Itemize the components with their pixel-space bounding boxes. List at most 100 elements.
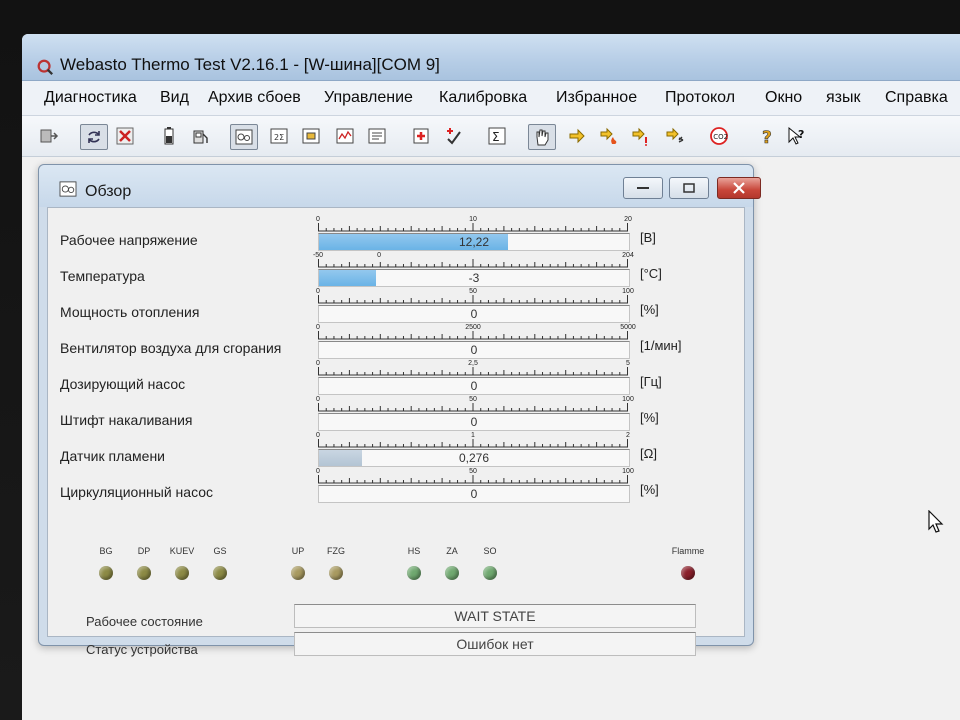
arrow-right-icon[interactable] (564, 124, 590, 148)
stop-icon[interactable] (112, 124, 138, 148)
led-label-dp: DP (137, 546, 151, 556)
close-button[interactable] (717, 177, 761, 199)
menu-calibration[interactable]: Калибровка (439, 89, 527, 107)
menu-fault-archive[interactable]: Архив сбоев (208, 89, 301, 107)
exit-icon[interactable] (36, 124, 62, 148)
menu-language[interactable]: язык (826, 89, 861, 107)
list-icon[interactable] (364, 124, 390, 148)
led-label-bg: BG (99, 546, 113, 556)
led-indicator-kuev (175, 566, 189, 580)
refresh-icon[interactable] (80, 124, 108, 150)
led-label-za: ZA (446, 546, 458, 556)
context-help-icon[interactable]: ? (784, 124, 810, 148)
mouse-cursor-icon (928, 510, 944, 533)
app-logo-icon (37, 59, 53, 75)
gauge-value: 0,276 (458, 451, 490, 465)
hand-icon[interactable] (528, 124, 556, 150)
overview-window-title: Обзор (85, 183, 132, 200)
gauge-tick-label: 0 (316, 468, 320, 475)
minimize-button[interactable] (623, 177, 663, 199)
gauge-row-heating-power: Мощность отопления 0 50 100 0 [%] (48, 288, 744, 324)
gauge-tick-label: 2 (626, 432, 630, 439)
menu-control[interactable]: Управление (324, 89, 413, 107)
gauge-unit-glow-pin: [%] (640, 410, 659, 425)
gauge-bar: 0 (318, 305, 630, 323)
maximize-button[interactable] (669, 177, 709, 199)
overview-window-titlebar[interactable]: Обзор (39, 165, 761, 207)
overview-icon[interactable] (230, 124, 258, 150)
gauge-row-glow-pin: Штифт накаливания 0 50 100 0 [%] (48, 396, 744, 432)
gauge-row-combustion-fan: Вентилятор воздуха для сгорания 0 2500 5000… (48, 324, 744, 360)
gauge-bar: 0 (318, 341, 630, 359)
gauge-bar: -3 (318, 269, 630, 287)
led-indicator-gs (213, 566, 227, 580)
svg-text:Σ: Σ (492, 130, 500, 144)
gauge-dosing-pump: 0 2,5 5 0 (316, 360, 630, 395)
gauge-row-flame-sensor: Датчик пламени 0 1 2 0,276 [Ω] (48, 432, 744, 468)
arrow-fire-icon[interactable] (596, 124, 622, 148)
battery-icon[interactable] (156, 124, 182, 148)
maximize-icon (683, 183, 695, 193)
overview-window: Обзор Рабочее напряжение 0 10 20 12,22 [В] Тем… (38, 164, 761, 657)
gauge-bar: 0,276 (318, 449, 630, 467)
gauge-tick-label: 0 (316, 396, 320, 403)
gauge-voltage: 0 10 20 12,22 (316, 216, 632, 251)
graph-icon[interactable] (332, 124, 358, 148)
gauge-tick-label: 5 (626, 360, 630, 367)
counter-icon[interactable]: 2Σ (266, 124, 292, 148)
gauge-combustion-fan: 0 2500 5000 0 (316, 324, 636, 359)
overview-window-icon (59, 181, 77, 197)
gauge-tick-label: 2500 (465, 324, 481, 331)
operating-state-label: Рабочее состояние (86, 614, 203, 629)
menu-help[interactable]: Справка (885, 89, 948, 107)
gauge-label-glow-pin: Штифт накаливания (60, 412, 193, 428)
svg-text:2Σ: 2Σ (274, 133, 284, 142)
gauge-tick-label: 100 (622, 468, 634, 475)
gauge-scale (318, 256, 628, 268)
gauge-tick-label: 0 (377, 252, 381, 259)
sigma-icon[interactable]: Σ (484, 124, 510, 148)
gauge-tick-label: -50 (312, 252, 324, 259)
arrow-fan-icon[interactable] (662, 124, 688, 148)
gauge-unit-voltage: [В] (640, 230, 656, 245)
led-label-so: SO (483, 546, 497, 556)
gauge-tick-label: 0 (316, 324, 320, 331)
toolbar: 2Σ Σ CO2 ? ? (22, 116, 960, 157)
led-label-flamme: Flamme (671, 546, 705, 556)
menu-diagnostics[interactable]: Диагностика (44, 89, 137, 107)
plus-check-icon[interactable] (440, 124, 466, 148)
gauge-row-circulation-pump: Циркуляционный насос 0 50 100 0 [%] (48, 468, 744, 504)
gauge-tick-label: 50 (469, 396, 477, 403)
menu-protocol[interactable]: Протокол (665, 89, 735, 107)
menu-bar: Диагностика Вид Архив сбоев Управление К… (22, 81, 960, 116)
svg-text:?: ? (762, 128, 772, 146)
fuel-icon[interactable] (188, 124, 214, 148)
menu-view[interactable]: Вид (160, 89, 189, 107)
gauge-row-temperature: Температура -50 0 204 -3 [°C] (48, 252, 744, 288)
medical-icon[interactable] (408, 124, 434, 148)
led-indicator-bg (99, 566, 113, 580)
led-indicator-so (483, 566, 497, 580)
gauge-value: 0 (470, 415, 478, 429)
led-indicator-flamme (681, 566, 695, 580)
gauge-unit-combustion-fan: [1/мин] (640, 338, 682, 353)
led-label-kuev: KUEV (169, 546, 195, 556)
menu-window[interactable]: Окно (765, 89, 802, 107)
title-bar[interactable]: Webasto Thermo Test V2.16.1 - [W-шина][C… (22, 34, 960, 81)
gauge-label-flame-sensor: Датчик пламени (60, 448, 165, 464)
help-icon[interactable]: ? (754, 124, 780, 148)
led-indicator-fzg (329, 566, 343, 580)
gauge-unit-heating-power: [%] (640, 302, 659, 317)
co2-icon[interactable]: CO2 (706, 124, 732, 148)
chip-icon[interactable] (298, 124, 324, 148)
gauge-label-temperature: Температура (60, 268, 145, 284)
arrow-warn-icon[interactable] (628, 124, 654, 148)
menu-favorites[interactable]: Избранное (556, 89, 637, 107)
gauge-tick-label: 2,5 (468, 360, 478, 367)
gauge-bar: 12,22 (318, 233, 630, 251)
gauge-glow-pin: 0 50 100 0 (316, 396, 634, 431)
gauge-value: 0 (470, 487, 478, 501)
gauge-value: 12,22 (458, 235, 490, 249)
gauge-tick-label: 20 (624, 216, 632, 223)
device-status-label: Статус устройства (86, 642, 198, 657)
